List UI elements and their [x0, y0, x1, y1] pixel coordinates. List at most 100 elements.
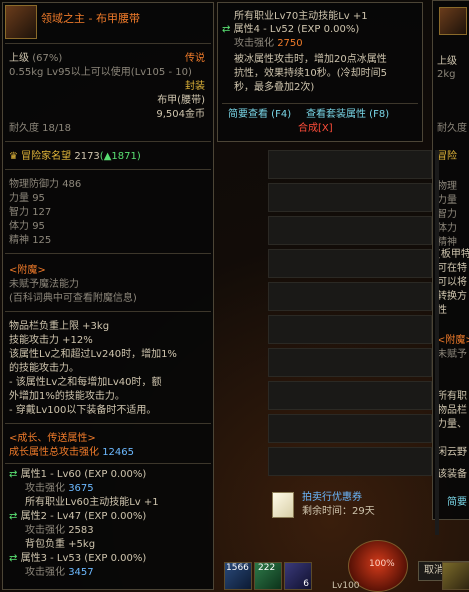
hotbar-slot-count: 222	[258, 563, 276, 573]
effect-line: 该属性Lv之和超过Lv240时，增加1%	[9, 349, 177, 360]
stat-physical-defense: 物理防御力 486	[9, 179, 81, 191]
attr-arrow-icon: ⇄	[9, 511, 18, 522]
enchant-title: <附魔>	[9, 265, 46, 276]
right-item-icon	[439, 7, 467, 35]
attr4-arrow-icon: ⇄	[222, 24, 231, 35]
stat-value: 125	[32, 235, 52, 246]
stat-label: 精神	[9, 235, 29, 246]
hotbar-slot-2[interactable]: 222	[254, 562, 282, 590]
enchant-divider	[5, 311, 211, 312]
durability-divider	[5, 141, 211, 142]
item-type: 布甲(腰带)	[157, 95, 205, 106]
top-attr4-atk-value: 2750	[277, 38, 303, 49]
hotbar-slot-4[interactable]	[442, 562, 469, 590]
hotbar-slot-1[interactable]: 1566	[224, 562, 252, 590]
inventory-slot[interactable]	[268, 183, 432, 212]
enchant-line2: (百科词典中可查看附魔信息)	[9, 293, 137, 304]
coupon-remaining: 剩余时间：29天	[302, 506, 375, 518]
right-stat1: 物理	[437, 181, 457, 192]
attr1-atk-value: 3675	[68, 483, 94, 494]
effect-line: 的技能攻击力。	[9, 363, 79, 374]
item-price: 9,504金币	[156, 109, 205, 120]
attr2-bag: 背包负重 +5kg	[25, 539, 96, 550]
fame-divider	[5, 169, 211, 170]
hp-percent: 100%	[369, 559, 395, 569]
fame-row: ♛ 冒险家名望 2173(▲1871)	[9, 151, 141, 163]
enchant-line1: 未赋予魔法能力	[9, 279, 79, 290]
attr3-text: 属性3 - Lv53 (EXP 0.00%)	[20, 553, 147, 564]
right-fame: 冒险	[437, 151, 457, 162]
right-stat2: 力量	[437, 195, 457, 206]
attr2-atk-row: 攻击强化 2583	[25, 525, 94, 537]
inventory-slot[interactable]	[268, 249, 432, 278]
inventory-slot[interactable]	[268, 282, 432, 311]
item-grade-pct: (67%)	[32, 53, 63, 64]
brief-view-hint[interactable]: 简要查看 (F4)	[228, 109, 291, 121]
top-effect-line1: 被冰属性攻击时，增加20点冰属性	[234, 54, 387, 65]
right-text10: 该装备	[437, 469, 467, 480]
attr2-atk-value: 2583	[68, 525, 94, 536]
synthesize-hint[interactable]: 合成[X]	[298, 123, 333, 135]
inventory-slot[interactable]	[268, 150, 432, 179]
inventory-slot[interactable]	[268, 381, 432, 410]
item-rarity: 传说	[185, 53, 205, 64]
attr2-atk-label: 攻击强化	[25, 525, 65, 536]
inventory-slot[interactable]	[268, 414, 432, 443]
attr-arrow-icon: ⇄	[9, 469, 18, 480]
inventory-slot[interactable]	[268, 447, 432, 476]
attr-arrow-icon: ⇄	[9, 553, 18, 564]
auction-coupon[interactable]: 拍卖行优惠券 剩余时间：29天	[268, 490, 432, 524]
item-grade: 上级	[9, 53, 29, 64]
coupon-remaining-label: 剩余时间：	[302, 506, 352, 517]
stat-intelligence: 智力 127	[9, 207, 51, 219]
growth-total: 成长属性总攻击强化 12465	[9, 447, 134, 459]
right-text6: 所有职	[437, 391, 467, 402]
attr1-atk-label: 攻击强化	[25, 483, 65, 494]
growth-total-value: 12465	[102, 447, 134, 458]
right-durability: 耐久度	[437, 123, 467, 134]
stat-label: 物理防御力	[9, 179, 59, 190]
attr2-text: 属性2 - Lv47 (EXP 0.00%)	[20, 511, 147, 522]
stat-strength: 力量 95	[9, 193, 45, 205]
top-attr4-text: 属性4 - Lv52 (EXP 0.00%)	[233, 24, 360, 35]
effect-line: - 穿戴Lv100以下装备时不适用。	[9, 405, 157, 416]
coupon-icon	[272, 492, 294, 518]
right-simple[interactable]: 简要	[447, 497, 467, 509]
effect-line: - 该属性Lv之和每增加Lv40时，额	[9, 377, 162, 388]
stat-vitality: 体力 95	[9, 221, 45, 233]
stat-value: 95	[32, 221, 45, 232]
hotbar-slot-3[interactable]: 6	[284, 562, 312, 590]
right-enchant-text: 未赋予	[437, 349, 467, 360]
fame-label: 冒险家名望	[21, 151, 72, 162]
top-attr4-atk: 攻击强化 2750	[234, 38, 303, 50]
right-stat5: 精神	[437, 237, 457, 248]
item-icon	[5, 5, 37, 39]
right-stat4: 体力	[437, 223, 457, 234]
growth-total-label: 成长属性总攻击强化	[9, 447, 99, 458]
right-text8: 力量、	[437, 419, 467, 430]
top-tooltip: 所有职业Lv70主动技能Lv +1 ⇄ 属性4 - Lv52 (EXP 0.00…	[217, 2, 423, 142]
effect-line: 外增加1%的技能攻击力。	[9, 391, 125, 402]
top-attr4: ⇄ 属性4 - Lv52 (EXP 0.00%)	[222, 24, 359, 36]
attr3-row: ⇄ 属性3 - Lv53 (EXP 0.00%)	[9, 553, 146, 565]
set-attr-hint[interactable]: 查看套装属性 (F8)	[306, 109, 389, 121]
right-weight: 2kg	[437, 69, 456, 80]
inventory-slot[interactable]	[268, 348, 432, 377]
growth-title: <成长、传送属性>	[9, 433, 96, 444]
inventory-slot[interactable]	[268, 216, 432, 245]
fame-icon: ♛	[9, 151, 18, 162]
inventory-scrollbar[interactable]	[435, 150, 439, 535]
item-weight-level: 0.55kg Lv95以上可以使用(Lv105 - 10)	[9, 67, 192, 78]
inventory-slot[interactable]	[268, 315, 432, 344]
attr3-atk-value: 3457	[68, 567, 94, 578]
attr1-row: ⇄ 属性1 - Lv60 (EXP 0.00%)	[9, 469, 146, 481]
stat-value: 486	[62, 179, 82, 190]
right-text7: 物品栏	[437, 405, 467, 416]
top-attr4-atk-label: 攻击强化	[234, 38, 274, 49]
stat-label: 力量	[9, 193, 29, 204]
header-divider	[5, 43, 211, 44]
hotbar-slot-count: 6	[303, 579, 309, 589]
right-text4: 转换方	[437, 291, 467, 302]
attr3-atk-row: 攻击强化 3457	[25, 567, 94, 579]
grade-row: 上级 (67%)	[9, 53, 209, 65]
